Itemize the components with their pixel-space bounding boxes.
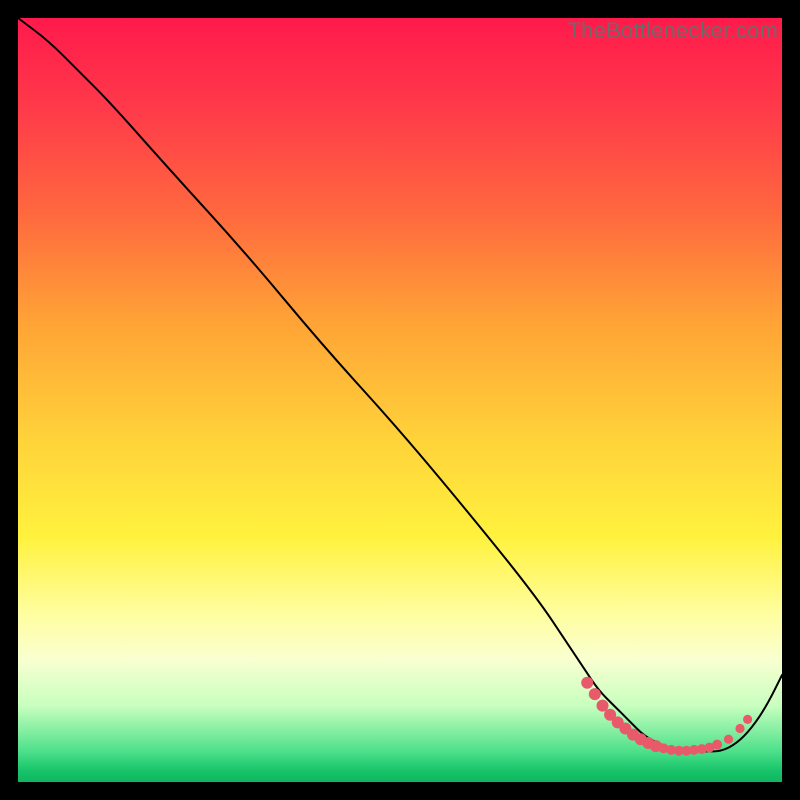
data-marker <box>712 740 722 750</box>
chart-frame: TheBottlenecker.com <box>0 0 800 800</box>
data-marker <box>735 724 744 733</box>
data-markers <box>581 677 752 756</box>
data-marker <box>597 700 609 712</box>
data-marker <box>589 688 601 700</box>
data-marker <box>743 715 752 724</box>
bottleneck-curve-svg <box>18 18 782 782</box>
data-marker <box>724 735 733 744</box>
plot-area: TheBottlenecker.com <box>18 18 782 782</box>
bottleneck-curve <box>18 18 782 751</box>
data-marker <box>581 677 593 689</box>
